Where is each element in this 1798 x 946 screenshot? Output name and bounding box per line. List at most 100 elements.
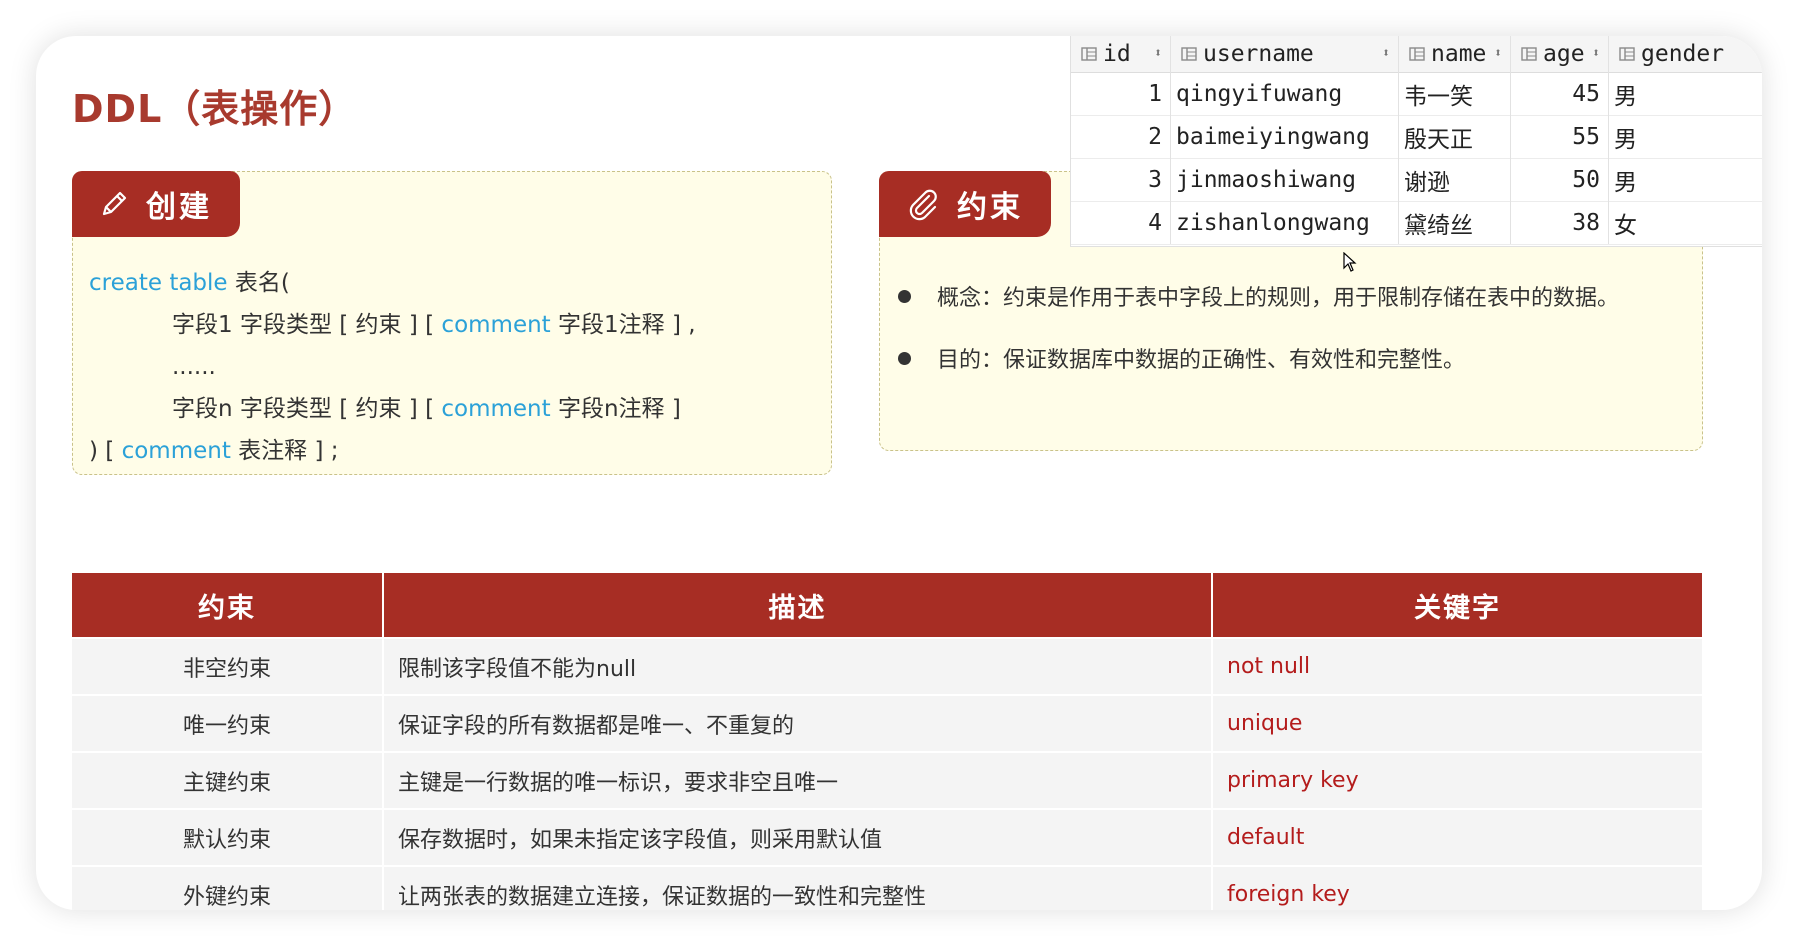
constraint-name: 唯一约束	[72, 694, 384, 752]
cell-gender[interactable]: 女	[1609, 201, 1762, 244]
cell-id[interactable]: 3	[1071, 158, 1171, 201]
constraint-name: 默认约束	[72, 808, 384, 866]
code-keyword: comment	[441, 396, 551, 422]
header-description: 描述	[383, 573, 1213, 638]
create-syntax: create table 表名( 字段1 字段类型 [ 约束 ] [ comme…	[89, 262, 696, 472]
cell-username[interactable]: baimeiyingwang	[1171, 115, 1399, 158]
column-header-username[interactable]: username ⬍	[1171, 36, 1399, 72]
code-text: 表注释 ] ;	[230, 438, 339, 464]
cell-age[interactable]: 38	[1511, 201, 1609, 244]
result-row[interactable]: 3 jinmaoshiwang 谢逊 50 男	[1071, 158, 1762, 202]
code-text: 字段n 字段类型 [ 约束 ] [	[172, 396, 442, 422]
header-constraint: 约束	[72, 573, 384, 638]
cell-id[interactable]: 1	[1071, 72, 1171, 115]
table-row: 主键约束 主键是一行数据的唯一标识，要求非空且唯一 primary key	[72, 751, 1702, 809]
constraint-name: 非空约束	[72, 637, 384, 695]
code-line: ......	[89, 346, 696, 388]
sort-icon[interactable]: ⬍	[1154, 36, 1162, 72]
constraint-keyword: not null	[1212, 637, 1702, 695]
cell-name[interactable]: 黛绮丝	[1399, 201, 1511, 244]
cell-age[interactable]: 50	[1511, 158, 1609, 201]
column-label: id	[1103, 41, 1131, 67]
table-row: 默认约束 保存数据时，如果未指定该字段值，则采用默认值 default	[72, 808, 1702, 866]
constraint-keyword: unique	[1212, 694, 1702, 752]
code-text: 字段1注释 ] ,	[550, 312, 696, 338]
constraint-keyword: default	[1212, 808, 1702, 866]
cell-id[interactable]: 4	[1071, 201, 1171, 244]
create-tag: 创建	[72, 171, 240, 237]
slide: DDL（表操作） 创建 create table 表名( 字段1 字段类型 [ …	[36, 36, 1762, 910]
column-header-name[interactable]: name ⬍	[1399, 36, 1511, 72]
paperclip-icon	[909, 189, 937, 221]
result-header-row: id ⬍ username ⬍ name ⬍ age ⬍ gender	[1071, 36, 1762, 73]
cell-name[interactable]: 谢逊	[1399, 158, 1511, 201]
constraint-desc: 让两张表的数据建立连接，保证数据的一致性和完整性	[383, 865, 1213, 910]
cell-gender[interactable]: 男	[1609, 115, 1762, 158]
constraint-table-header: 约束 描述 关键字	[72, 573, 1702, 638]
code-keyword: comment	[441, 312, 551, 338]
sort-icon[interactable]: ⬍	[1494, 36, 1502, 72]
column-label: age	[1543, 41, 1585, 67]
cell-username[interactable]: zishanlongwang	[1171, 201, 1399, 244]
table-row: 非空约束 限制该字段值不能为null not null	[72, 637, 1702, 695]
sort-icon[interactable]: ⬍	[1592, 36, 1600, 72]
create-card: 创建 create table 表名( 字段1 字段类型 [ 约束 ] [ co…	[72, 171, 832, 475]
result-row[interactable]: 2 baimeiyingwang 殷天正 55 男	[1071, 115, 1762, 159]
constraint-keyword: foreign key	[1212, 865, 1702, 910]
sort-icon[interactable]: ⬍	[1382, 36, 1390, 72]
cell-gender[interactable]: 男	[1609, 158, 1762, 201]
constraint-name: 外键约束	[72, 865, 384, 910]
cell-age[interactable]: 55	[1511, 115, 1609, 158]
column-header-gender[interactable]: gender	[1609, 36, 1762, 72]
code-text: 表名(	[227, 270, 290, 296]
bullet-text: 概念：约束是作用于表中字段上的规则，用于限制存储在表中的数据。	[937, 286, 1620, 311]
constraint-bullets: 概念：约束是作用于表中字段上的规则，用于限制存储在表中的数据。 目的：保证数据库…	[898, 280, 1619, 404]
table-row: 外键约束 让两张表的数据建立连接，保证数据的一致性和完整性 foreign ke…	[72, 865, 1702, 910]
cell-age[interactable]: 45	[1511, 72, 1609, 115]
bullet-dot	[898, 351, 911, 365]
constraint-table: 约束 描述 关键字 非空约束 限制该字段值不能为null not null 唯一…	[72, 573, 1702, 910]
cell-username[interactable]: qingyifuwang	[1171, 72, 1399, 115]
constraint-keyword: primary key	[1212, 751, 1702, 809]
code-text: ......	[172, 354, 216, 380]
bullet-text: 目的：保证数据库中数据的正确性、有效性和完整性。	[937, 348, 1466, 373]
column-header-age[interactable]: age ⬍	[1511, 36, 1609, 72]
column-label: name	[1431, 41, 1487, 67]
constraint-name: 主键约束	[72, 751, 384, 809]
column-label: gender	[1641, 41, 1725, 67]
cell-id[interactable]: 2	[1071, 115, 1171, 158]
mouse-cursor-icon	[1343, 252, 1357, 272]
cell-name[interactable]: 韦一笑	[1399, 72, 1511, 115]
column-icon	[1181, 47, 1197, 61]
constraint-desc: 限制该字段值不能为null	[383, 637, 1213, 695]
result-row[interactable]: 1 qingyifuwang 韦一笑 45 男	[1071, 72, 1762, 116]
constraint-tag: 约束	[879, 171, 1051, 237]
table-row: 唯一约束 保证字段的所有数据都是唯一、不重复的 unique	[72, 694, 1702, 752]
column-icon	[1521, 47, 1537, 61]
constraint-tag-label: 约束	[957, 190, 1023, 225]
cell-name[interactable]: 殷天正	[1399, 115, 1511, 158]
column-header-id[interactable]: id ⬍	[1071, 36, 1171, 72]
constraint-desc: 保存数据时，如果未指定该字段值，则采用默认值	[383, 808, 1213, 866]
header-keyword: 关键字	[1212, 573, 1702, 638]
column-icon	[1081, 47, 1097, 61]
column-label: username	[1203, 41, 1314, 67]
pencil-icon	[102, 191, 127, 216]
create-tag-label: 创建	[146, 190, 212, 225]
code-line: 字段n 字段类型 [ 约束 ] [ comment 字段n注释 ]	[89, 388, 696, 430]
code-text: 字段n注释 ]	[550, 396, 681, 422]
code-keyword: comment	[121, 438, 231, 464]
column-icon	[1409, 47, 1425, 61]
code-line: 字段1 字段类型 [ 约束 ] [ comment 字段1注释 ] ,	[89, 304, 696, 346]
bullet-item: 概念：约束是作用于表中字段上的规则，用于限制存储在表中的数据。	[898, 280, 1619, 312]
cell-username[interactable]: jinmaoshiwang	[1171, 158, 1399, 201]
bullet-item: 目的：保证数据库中数据的正确性、有效性和完整性。	[898, 342, 1619, 374]
column-icon	[1619, 47, 1635, 61]
result-row[interactable]: 4 zishanlongwang 黛绮丝 38 女	[1071, 201, 1762, 245]
code-text: ) [	[89, 438, 122, 464]
cell-gender[interactable]: 男	[1609, 72, 1762, 115]
query-result-grid[interactable]: id ⬍ username ⬍ name ⬍ age ⬍ gender 1 qi…	[1070, 36, 1762, 247]
code-text: 字段1 字段类型 [ 约束 ] [	[172, 312, 442, 338]
code-keyword: create table	[89, 270, 228, 296]
bullet-dot	[898, 289, 911, 303]
